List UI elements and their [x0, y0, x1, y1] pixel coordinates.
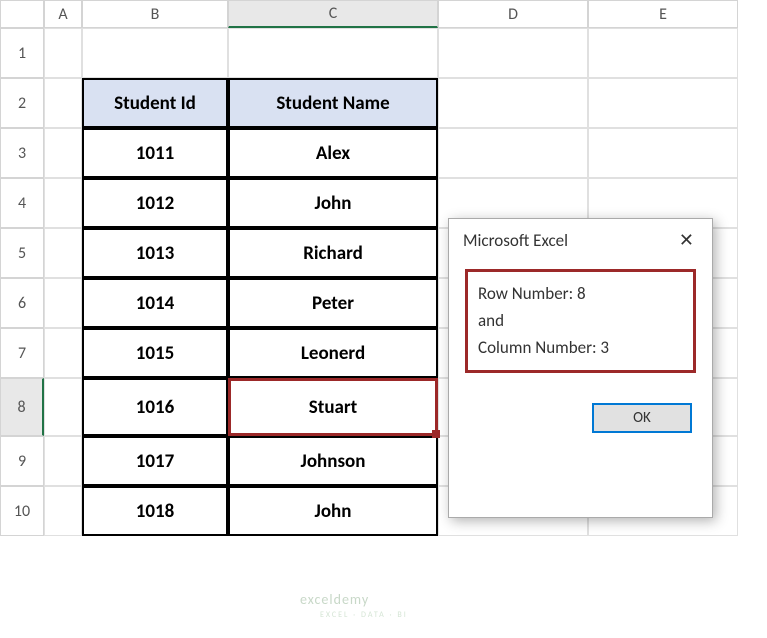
cell-d3[interactable] [438, 128, 588, 178]
cell-a10[interactable] [44, 486, 82, 536]
close-icon[interactable]: ✕ [675, 229, 698, 251]
table-row[interactable]: 1011 [82, 128, 228, 178]
cell-e1[interactable] [588, 28, 738, 78]
ok-button[interactable]: OK [592, 403, 692, 433]
selected-cell[interactable]: Stuart [228, 378, 438, 436]
table-row[interactable]: 1015 [82, 328, 228, 378]
select-all-corner[interactable] [0, 0, 44, 28]
cell-a5[interactable] [44, 228, 82, 278]
cell-d2[interactable] [438, 78, 588, 128]
dialog-line3: Column Number: 3 [478, 334, 683, 361]
table-row[interactable]: 1016 [82, 378, 228, 436]
cell-a1[interactable] [44, 28, 82, 78]
watermark-text: exceldemy [300, 591, 369, 608]
cell-d1[interactable] [438, 28, 588, 78]
dialog-titlebar[interactable]: Microsoft Excel ✕ [449, 219, 712, 257]
row-header-9[interactable]: 9 [0, 436, 44, 486]
table-row[interactable]: John [228, 486, 438, 536]
cell-e3[interactable] [588, 128, 738, 178]
table-row[interactable]: 1017 [82, 436, 228, 486]
table-row[interactable]: 1012 [82, 178, 228, 228]
watermark-subtext: EXCEL · DATA · BI [320, 610, 408, 620]
cell-a7[interactable] [44, 328, 82, 378]
col-header-b[interactable]: B [82, 0, 228, 28]
cell-a3[interactable] [44, 128, 82, 178]
dialog-message: Row Number: 8 and Column Number: 3 [465, 269, 696, 373]
cell-a2[interactable] [44, 78, 82, 128]
row-header-6[interactable]: 6 [0, 278, 44, 328]
table-row[interactable]: 1013 [82, 228, 228, 278]
cell-c1[interactable] [228, 28, 438, 78]
cell-b1[interactable] [82, 28, 228, 78]
table-row[interactable]: Leonerd [228, 328, 438, 378]
table-row[interactable]: 1014 [82, 278, 228, 328]
cell-a8[interactable] [44, 378, 82, 436]
message-box-dialog: Microsoft Excel ✕ Row Number: 8 and Colu… [448, 218, 713, 518]
row-header-4[interactable]: 4 [0, 178, 44, 228]
table-row[interactable]: Johnson [228, 436, 438, 486]
row-header-10[interactable]: 10 [0, 486, 44, 536]
cell-a4[interactable] [44, 178, 82, 228]
row-header-1[interactable]: 1 [0, 28, 44, 78]
col-header-d[interactable]: D [438, 0, 588, 28]
row-header-3[interactable]: 3 [0, 128, 44, 178]
row-header-2[interactable]: 2 [0, 78, 44, 128]
dialog-line1: Row Number: 8 [478, 280, 683, 307]
cell-a6[interactable] [44, 278, 82, 328]
dialog-line2: and [478, 307, 683, 334]
dialog-title: Microsoft Excel [463, 230, 568, 251]
table-header-id[interactable]: Student Id [82, 78, 228, 128]
dialog-footer: OK [449, 385, 712, 451]
table-row[interactable]: 1018 [82, 486, 228, 536]
table-row[interactable]: Peter [228, 278, 438, 328]
row-header-8[interactable]: 8 [0, 378, 44, 436]
cell-e2[interactable] [588, 78, 738, 128]
row-header-7[interactable]: 7 [0, 328, 44, 378]
col-header-c[interactable]: C [228, 0, 438, 28]
cell-a9[interactable] [44, 436, 82, 486]
table-row[interactable]: Alex [228, 128, 438, 178]
col-header-e[interactable]: E [588, 0, 738, 28]
table-row[interactable]: Richard [228, 228, 438, 278]
col-header-a[interactable]: A [44, 0, 82, 28]
table-row[interactable]: John [228, 178, 438, 228]
row-header-5[interactable]: 5 [0, 228, 44, 278]
table-header-name[interactable]: Student Name [228, 78, 438, 128]
